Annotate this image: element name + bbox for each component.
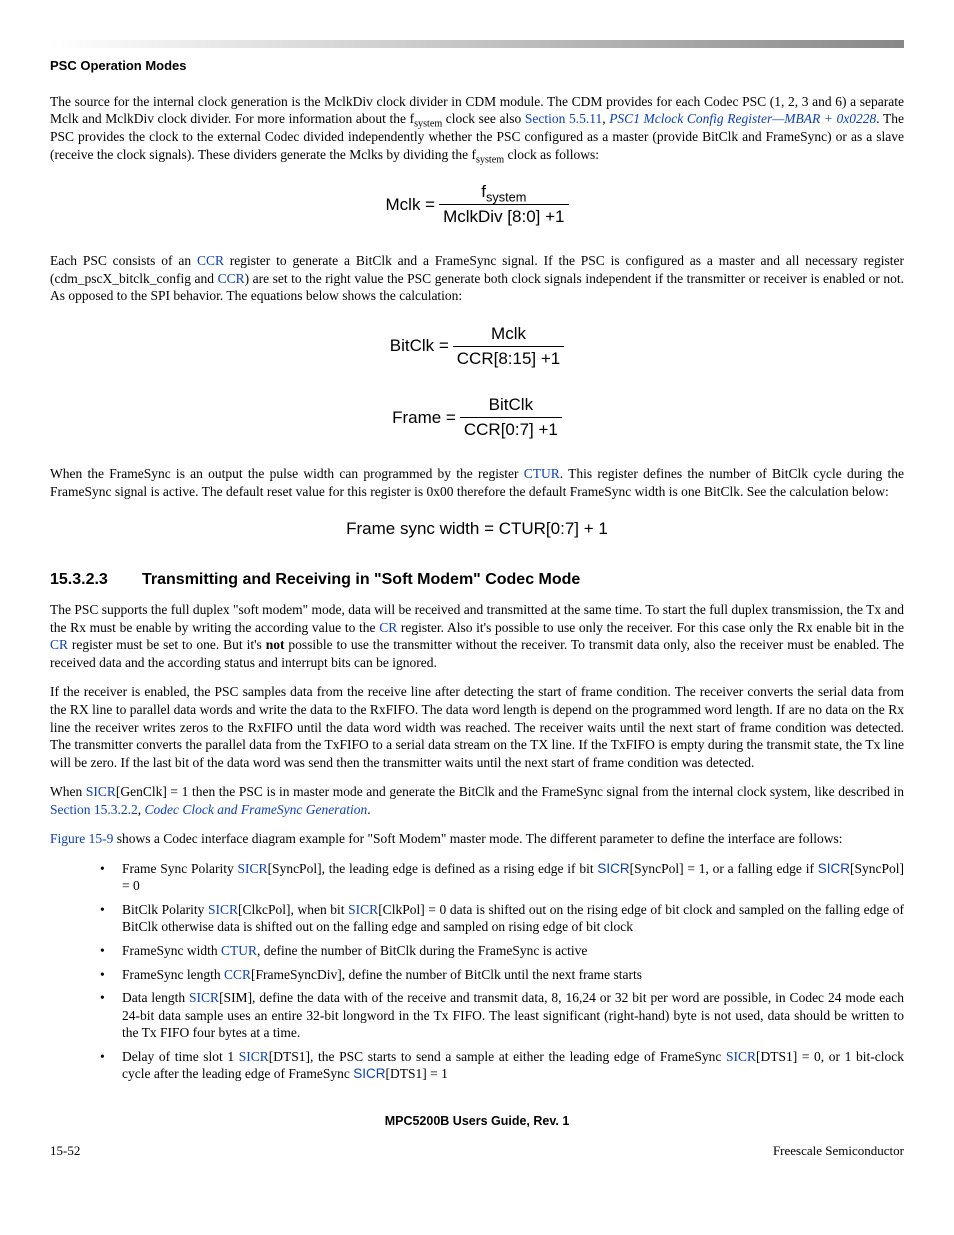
link-ctur[interactable]: CTUR [221, 943, 257, 958]
section-heading: 15.3.2.3Transmitting and Receiving in "S… [50, 570, 904, 591]
paragraph-6: When SICR[GenClk] = 1 then the PSC is in… [50, 783, 904, 818]
link-codec-clock-framesync[interactable]: Codec Clock and FrameSync Generation [145, 802, 368, 817]
list-item: Frame Sync Polarity SICR[SyncPol], the l… [100, 860, 904, 895]
list-item: Delay of time slot 1 SICR[DTS1], the PSC… [100, 1048, 904, 1083]
link-ctur-1[interactable]: CTUR [524, 466, 560, 481]
link-ccr-2[interactable]: CCR [218, 271, 245, 286]
paragraph-1: The source for the internal clock genera… [50, 93, 904, 163]
paragraph-7: Figure 15-9 shows a Codec interface diag… [50, 830, 904, 848]
link-figure-15-9[interactable]: Figure 15-9 [50, 831, 113, 846]
link-sicr[interactable]: SICR [818, 861, 850, 876]
page-number: 15-52 [50, 1143, 80, 1160]
footer-doc-title: MPC5200B Users Guide, Rev. 1 [50, 1113, 904, 1129]
paragraph-5: If the receiver is enabled, the PSC samp… [50, 683, 904, 771]
footer-row: 15-52 Freescale Semiconductor [50, 1143, 904, 1160]
running-head: PSC Operation Modes [50, 58, 904, 75]
link-cr-1[interactable]: CR [379, 620, 397, 635]
link-sicr[interactable]: SICR [348, 902, 378, 917]
paragraph-4: The PSC supports the full duplex "soft m… [50, 601, 904, 671]
equation-frame: Frame = BitClkCCR[0:7] +1 [50, 394, 904, 441]
link-sicr-genclk[interactable]: SICR [86, 784, 116, 799]
link-sicr[interactable]: SICR [238, 861, 268, 876]
paragraph-2: Each PSC consists of an CCR register to … [50, 252, 904, 305]
bullet-list: Frame Sync Polarity SICR[SyncPol], the l… [50, 860, 904, 1083]
link-sicr[interactable]: SICR [597, 861, 629, 876]
link-sicr[interactable]: SICR [239, 1049, 269, 1064]
section-title: Transmitting and Receiving in "Soft Mode… [142, 571, 580, 588]
link-ccr[interactable]: CCR [224, 967, 251, 982]
section-number: 15.3.2.3 [50, 570, 142, 591]
link-sicr[interactable]: SICR [208, 902, 238, 917]
link-section-5-5-11[interactable]: Section 5.5.11 [525, 111, 602, 126]
link-ccr-1[interactable]: CCR [197, 253, 224, 268]
paragraph-3: When the FrameSync is an output the puls… [50, 465, 904, 500]
header-gradient-bar [50, 40, 904, 48]
equation-frame-sync-width: Frame sync width = CTUR[0:7] + 1 [50, 518, 904, 540]
link-psc1-mclock-config[interactable]: PSC1 Mclock Config Register—MBAR + 0x022… [609, 111, 876, 126]
company-name: Freescale Semiconductor [773, 1143, 904, 1160]
list-item: Data length SICR[SIM], define the data w… [100, 989, 904, 1042]
equation-mclk: Mclk = fsystemMclkDiv [8:0] +1 [50, 181, 904, 228]
equation-bitclk: BitClk = MclkCCR[8:15] +1 [50, 323, 904, 370]
list-item: FrameSync width CTUR, define the number … [100, 942, 904, 960]
list-item: FrameSync length CCR[FrameSyncDiv], defi… [100, 966, 904, 984]
link-sicr[interactable]: SICR [353, 1066, 385, 1081]
link-sicr[interactable]: SICR [189, 990, 219, 1005]
link-sicr[interactable]: SICR [726, 1049, 756, 1064]
link-cr-2[interactable]: CR [50, 637, 68, 652]
list-item: BitClk Polarity SICR[ClkcPol], when bit … [100, 901, 904, 936]
link-section-15-3-2-2[interactable]: Section 15.3.2.2 [50, 802, 138, 817]
